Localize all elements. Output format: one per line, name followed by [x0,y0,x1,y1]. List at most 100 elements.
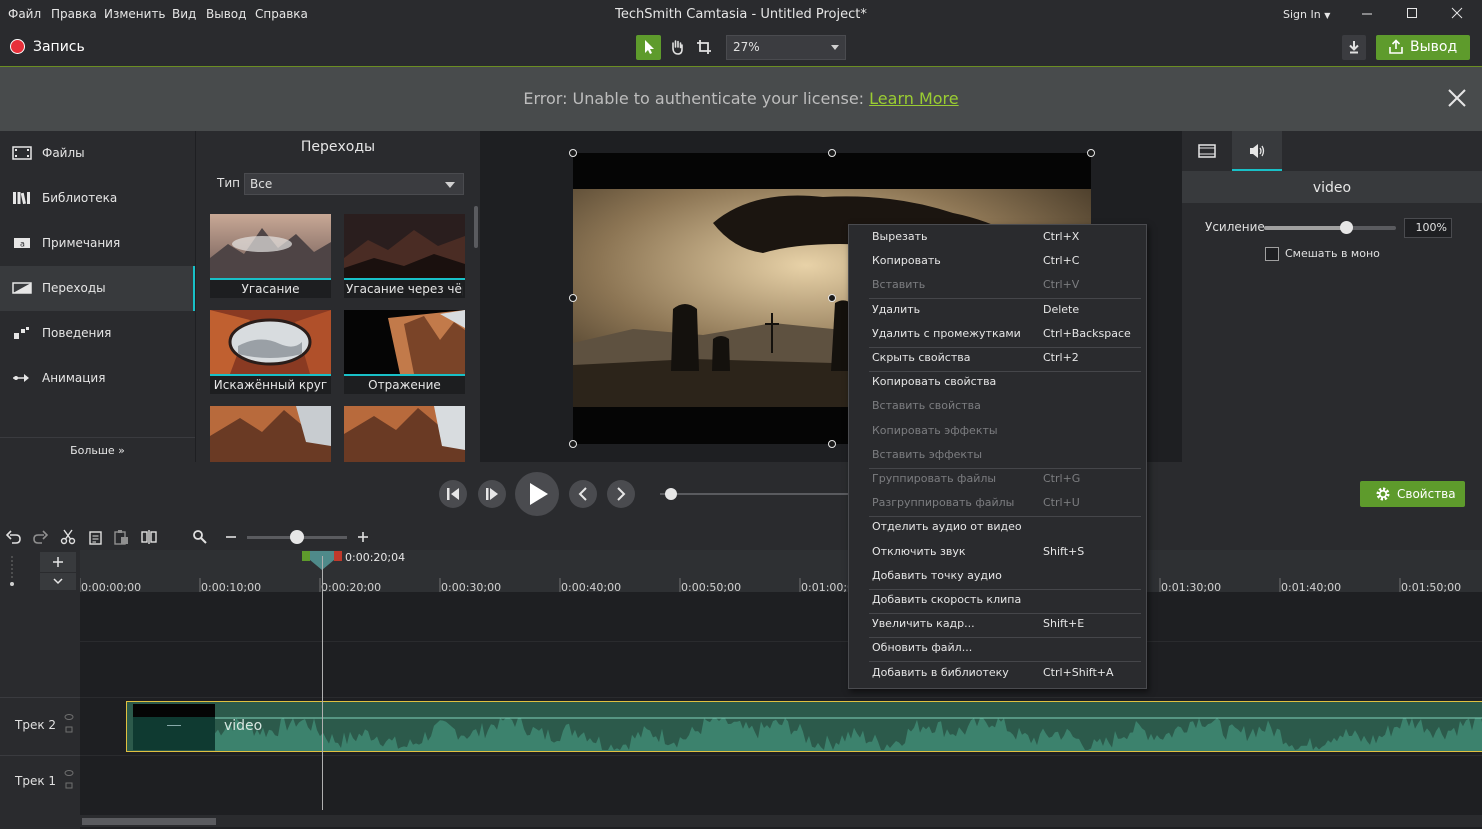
banner-close-button[interactable] [1444,85,1470,111]
context-menu-item[interactable]: Вырезать Ctrl+X [849,226,1146,248]
step-back-button[interactable] [439,480,467,508]
transition-thumb-reflection[interactable]: Отражение [344,310,465,394]
split-icon[interactable] [141,529,157,545]
play-button[interactable] [515,472,559,516]
gain-value-input[interactable]: 100% [1404,218,1452,238]
context-menu-item[interactable]: Скрыть свойства Ctrl+2 [849,347,1146,369]
chevron-down-icon [445,182,455,188]
sign-in-button[interactable]: Sign In ▼ [1283,8,1330,21]
context-menu-item[interactable]: Копировать Ctrl+C [849,250,1146,272]
paste-icon[interactable] [113,529,129,545]
gain-label: Усиление [1205,220,1265,234]
maximize-button[interactable] [1397,4,1427,26]
copy-icon[interactable] [87,529,103,545]
mix-mono-checkbox[interactable] [1265,247,1279,261]
transition-thumb-underline [210,278,331,280]
transition-thumb-underline [210,374,331,376]
learn-more-link[interactable]: Learn More [869,89,958,108]
resize-handle-t[interactable] [828,149,836,157]
window-title: TechSmith Camtasia - Untitled Project* [615,7,867,22]
pan-tool-button[interactable] [664,35,689,60]
transition-thumb-fade[interactable]: Угасание [210,214,331,298]
minimize-button[interactable] [1352,4,1382,26]
track-row-empty[interactable] [80,592,1482,697]
transition-thumb-warped-circle[interactable]: Искажённый круг [210,310,331,394]
tab-audio-properties[interactable] [1232,131,1282,171]
type-select[interactable]: Все [244,173,464,195]
resize-handle-l[interactable] [569,294,577,302]
transition-thumb-fade-through-black[interactable]: Угасание через чёр... [344,214,465,298]
sidebar-item-media[interactable]: Файлы [0,131,195,176]
sidebar-item-library[interactable]: Библиотека [0,176,195,221]
next-clip-button[interactable] [607,480,635,508]
video-clip[interactable]: video [126,701,1482,752]
context-menu-item[interactable]: Добавить в библиотеку Ctrl+Shift+A [849,662,1146,684]
previous-clip-button[interactable] [569,480,597,508]
timeline-zoom-handle[interactable] [290,530,304,544]
sidebar-item-label: Примечания [42,236,121,250]
sidebar-item-behaviors[interactable]: Поведения [0,311,195,356]
redo-icon[interactable] [32,529,48,545]
resize-handle-bl[interactable] [569,440,577,448]
context-menu-item-label: Добавить точку аудио [872,568,1002,582]
select-tool-button[interactable] [636,35,661,60]
sidebar-item-label: Библиотека [42,191,118,205]
context-menu-item[interactable]: Копировать свойства [849,371,1146,393]
gain-slider-handle[interactable] [1340,221,1353,234]
ruler-ticks [80,578,1401,592]
context-menu-item: Вставить Ctrl+V [849,274,1146,296]
sidebar-item-annotations[interactable]: a Примечания [0,221,195,266]
resize-handle-b[interactable] [828,440,836,448]
context-menu-item: Копировать эффекты [849,420,1146,442]
clip-label: video [224,718,263,734]
timeline-scrollbar-thumb[interactable] [82,818,216,825]
timeline-scrollbar[interactable] [80,815,1482,827]
transition-thumb[interactable] [344,406,465,462]
properties-button[interactable]: Свойства [1360,481,1465,507]
gain-slider[interactable] [1264,226,1396,230]
center-handle[interactable] [828,294,836,302]
share-icon [1389,39,1403,54]
close-icon [1451,7,1463,19]
step-forward-button[interactable] [478,480,506,508]
sidebar-item-transitions[interactable]: Переходы [0,266,195,311]
context-menu-item[interactable]: Удалить Delete [849,299,1146,321]
context-menu-item: Разгруппировать файлы Ctrl+U [849,492,1146,514]
context-menu-item[interactable]: Добавить точку аудио [849,565,1146,587]
context-menu-item[interactable]: Добавить скорость клипа [849,589,1146,611]
camtasia-window: Файл Правка Изменить Вид Вывод Справка T… [0,0,1482,829]
scissors-icon[interactable] [60,529,76,545]
resize-handle-tl[interactable] [569,149,577,157]
playback-scrubber[interactable] [660,493,850,495]
zoom-in-icon[interactable] [355,529,371,545]
tab-visual-properties[interactable] [1182,131,1232,171]
context-menu-item[interactable]: Отделить аудио от видео [849,516,1146,538]
download-button[interactable] [1342,35,1366,60]
search-icon[interactable] [192,529,208,545]
context-menu-item-label: Отделить аудио от видео [872,520,1022,534]
context-menu-item-label: Добавить в библиотеку [872,665,1009,679]
context-menu-item[interactable]: Отключить звук Shift+S [849,541,1146,563]
library-icon [13,192,30,205]
undo-icon[interactable] [6,529,22,545]
context-menu-item-label: Увеличить кадр... [872,617,975,631]
zoom-select[interactable]: 27% [726,35,846,60]
eye-lock-icon[interactable] [64,712,74,736]
eye-lock-icon[interactable] [64,768,74,792]
context-menu-item[interactable]: Удалить с промежутками Ctrl+Backspace [849,323,1146,345]
transition-thumb[interactable] [210,406,331,462]
crop-tool-button[interactable] [691,35,716,60]
gear-icon [1376,487,1390,501]
timeline-ruler[interactable]: 0:00:00;00 0:00:10;00 0:00:20;00 0:00:30… [80,550,1482,594]
transition-preview [210,214,331,278]
sidebar-item-animations[interactable]: Анимация [0,356,195,401]
resize-handle-tr[interactable] [1087,149,1095,157]
transitions-scrollbar[interactable] [474,206,478,248]
context-menu-item[interactable]: Обновить файл... [849,637,1146,659]
close-window-button[interactable] [1442,4,1472,26]
zoom-out-icon[interactable] [223,529,239,545]
playback-scrubber-handle[interactable] [665,488,677,500]
context-menu-item[interactable]: Увеличить кадр... Shift+E [849,613,1146,635]
export-button[interactable]: Вывод [1376,35,1470,60]
more-button[interactable]: Больше » [0,437,195,462]
